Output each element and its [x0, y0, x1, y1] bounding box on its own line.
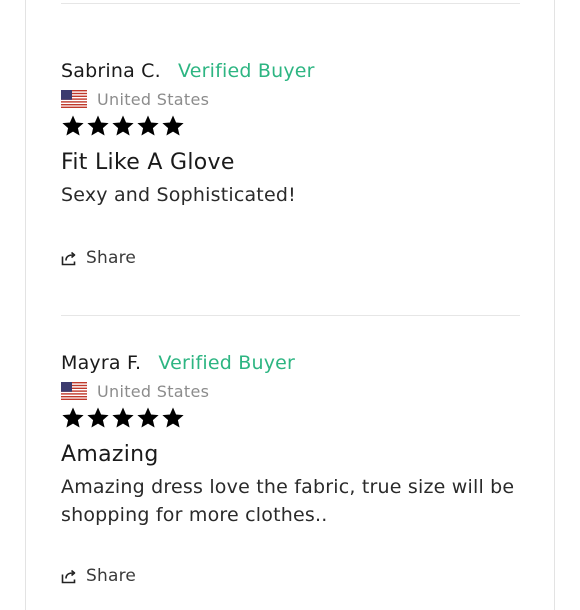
star-icon	[61, 406, 85, 430]
share-icon	[61, 568, 77, 584]
reviewer-country: United States	[97, 381, 210, 401]
reviewer-name: Sabrina C.	[61, 60, 161, 82]
reviewer-location: United States	[61, 380, 531, 402]
us-flag-icon	[61, 90, 87, 108]
star-icon	[111, 406, 135, 430]
share-label: Share	[86, 248, 137, 268]
star-icon	[86, 406, 110, 430]
divider	[61, 3, 520, 4]
star-rating	[61, 114, 531, 140]
reviewer-location: United States	[61, 88, 531, 110]
share-icon	[61, 250, 77, 266]
review-body: Sexy and Sophisticated!	[61, 184, 296, 206]
share-label: Share	[86, 566, 137, 586]
star-icon	[161, 406, 185, 430]
share-button[interactable]: Share	[61, 566, 136, 586]
review-card: Sabrina C. Verified Buyer United States …	[61, 60, 531, 268]
review-header: Mayra F. Verified Buyer	[61, 352, 531, 378]
verified-buyer-badge: Verified Buyer	[177, 60, 315, 82]
star-icon	[61, 114, 85, 138]
divider	[61, 315, 520, 316]
review-body: Amazing dress love the fabric, true size…	[61, 473, 516, 529]
star-icon	[136, 406, 160, 430]
review-header: Sabrina C. Verified Buyer	[61, 60, 531, 86]
star-icon	[86, 114, 110, 138]
review-body-line: Amazing dress love the fabric, true size…	[61, 476, 515, 498]
star-rating	[61, 406, 531, 432]
reviewer-country: United States	[97, 89, 210, 109]
review-title: Amazing	[61, 442, 159, 467]
star-icon	[161, 114, 185, 138]
review-card: Mayra F. Verified Buyer United States Am…	[61, 352, 531, 586]
share-button[interactable]: Share	[61, 248, 136, 268]
reviewer-name: Mayra F.	[61, 352, 142, 374]
verified-buyer-badge: Verified Buyer	[158, 352, 296, 374]
us-flag-icon	[61, 382, 87, 400]
star-icon	[111, 114, 135, 138]
review-title: Fit Like A Glove	[61, 150, 235, 175]
star-icon	[136, 114, 160, 138]
review-body-line: shopping for more clothes..	[61, 504, 328, 526]
